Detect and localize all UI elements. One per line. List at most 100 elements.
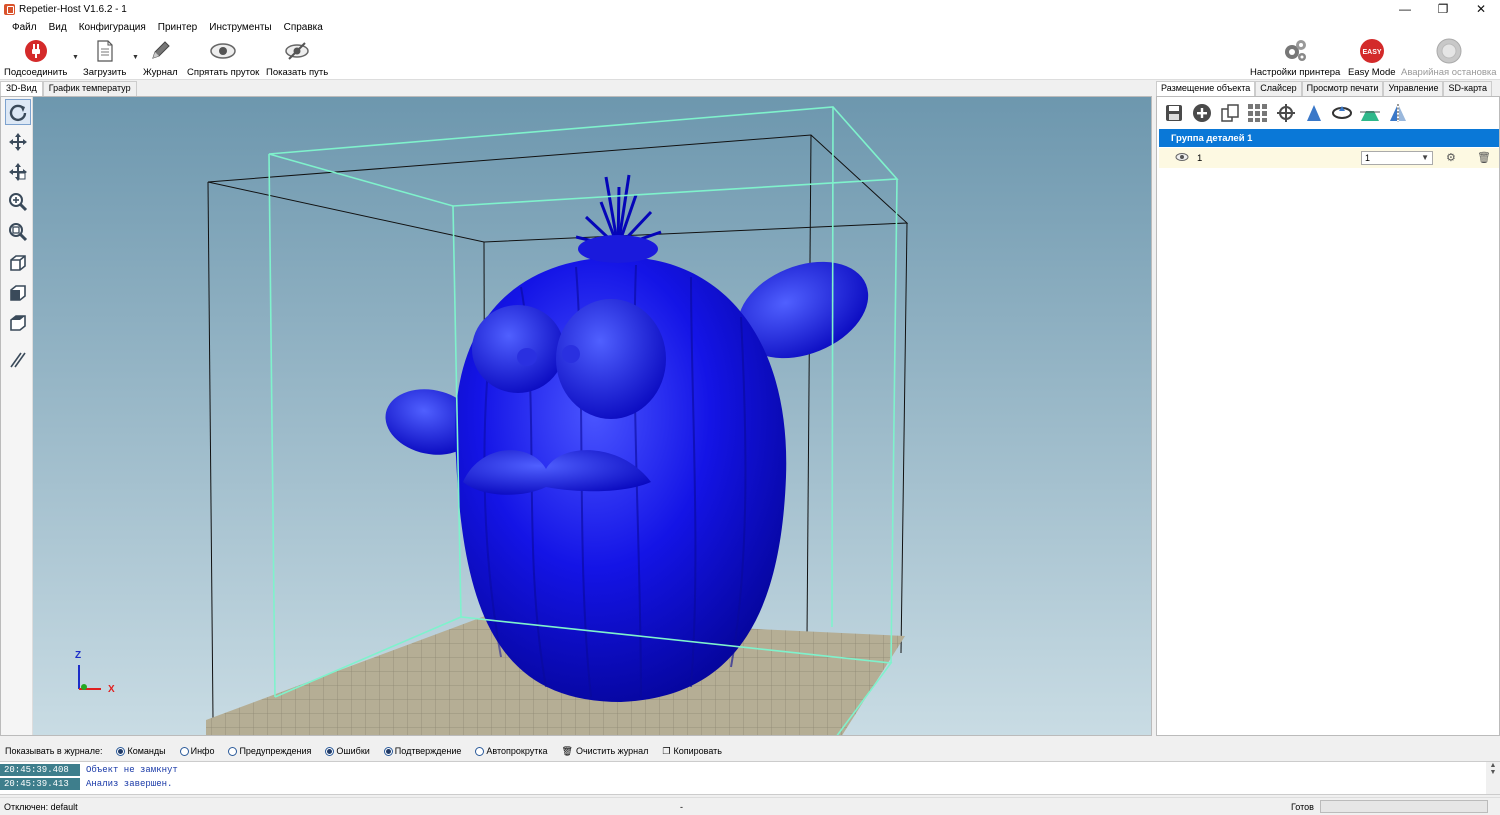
- 3d-viewport[interactable]: Z X: [0, 96, 1152, 736]
- log-label: Журнал: [143, 67, 178, 78]
- tab-slicer[interactable]: Слайсер: [1255, 81, 1302, 96]
- title-bar: Repetier-Host V1.6.2 - 1 — ❐ ✕: [0, 0, 1500, 18]
- menu-bar: Файл Вид Конфигурация Принтер Инструмент…: [0, 18, 1500, 36]
- ready-status: Готов: [1291, 801, 1314, 812]
- menu-printer[interactable]: Принтер: [152, 22, 203, 33]
- log-option-label: Подтверждение: [394, 746, 462, 756]
- tab-sd-card[interactable]: SD-карта: [1443, 81, 1492, 96]
- front-view-tool[interactable]: [5, 280, 31, 306]
- log-scrollbar[interactable]: ▲ ▼: [1486, 762, 1500, 794]
- log-option-commands[interactable]: Команды: [116, 746, 166, 756]
- close-button[interactable]: ✕: [1462, 0, 1500, 18]
- tab-temperature-chart[interactable]: График температур: [42, 81, 137, 96]
- rotate-icon: [9, 104, 27, 122]
- tab-object-placement[interactable]: Размещение объекта: [1156, 81, 1256, 96]
- log-option-label: Предупреждения: [239, 746, 312, 756]
- menu-tools[interactable]: Инструменты: [203, 22, 277, 33]
- add-object-button[interactable]: [1189, 101, 1215, 125]
- printer-settings-button[interactable]: Настройки принтера: [1250, 38, 1340, 78]
- fit-view-tool[interactable]: [5, 219, 31, 245]
- autoscroll-toggle-icon: [475, 746, 485, 756]
- top-view-tool[interactable]: [5, 310, 31, 336]
- object-placement-panel: Группа деталей 1 1 1 ▼ ⚙ 🗑: [1156, 96, 1500, 736]
- easy-mode-label: Easy Mode: [1348, 67, 1396, 78]
- minimize-button[interactable]: —: [1386, 0, 1424, 18]
- emergency-stop-icon: [1436, 38, 1462, 64]
- move-tool[interactable]: [5, 129, 31, 155]
- hide-filament-button[interactable]: Спрятать пруток: [187, 38, 259, 78]
- connect-button[interactable]: Подсоединить: [4, 38, 67, 78]
- tab-control[interactable]: Управление: [1383, 81, 1444, 96]
- menu-help[interactable]: Справка: [278, 22, 329, 33]
- rotate-tool[interactable]: [5, 99, 31, 125]
- copy-object-button[interactable]: [1217, 101, 1243, 125]
- load-button[interactable]: Загрузить: [83, 38, 126, 78]
- cube-front-icon: [10, 285, 26, 301]
- pencil-icon: [147, 38, 173, 64]
- object-toolbar: [1161, 101, 1411, 125]
- eye-icon: [210, 38, 236, 64]
- cube-iso-icon: [10, 255, 26, 271]
- clear-log-button[interactable]: 🗑 Очистить журнал: [562, 746, 649, 757]
- info-toggle-icon: [179, 746, 189, 756]
- log-timestamp: 20:45:39.413: [0, 778, 80, 790]
- mirror-object-button[interactable]: [1385, 101, 1411, 125]
- object-copies-select[interactable]: 1 ▼: [1361, 151, 1433, 165]
- zoom-in-icon: [9, 193, 28, 212]
- tab-3d-view[interactable]: 3D-Вид: [0, 81, 43, 96]
- log-button[interactable]: Журнал: [143, 38, 178, 78]
- center-object-button[interactable]: [1273, 101, 1299, 125]
- main-toolbar: Подсоединить ▼ Загрузить ▼ Журнал Спрята…: [0, 36, 1500, 80]
- load-label: Загрузить: [83, 67, 127, 78]
- object-copies-value: 1: [1365, 153, 1371, 163]
- cut-icon: [1360, 111, 1380, 121]
- log-options-bar: Показывать в журнале: Команды Инфо Преду…: [0, 742, 1500, 760]
- emergency-stop-button[interactable]: Аварийная остановка: [1401, 38, 1497, 78]
- menu-config[interactable]: Конфигурация: [73, 22, 152, 33]
- log-area[interactable]: 20:45:39.408 Объект не замкнут 20:45:39.…: [0, 761, 1500, 795]
- object-group-header[interactable]: Группа деталей 1: [1159, 129, 1499, 147]
- copy-log-button[interactable]: ❐ Копировать: [662, 746, 722, 757]
- progress-bar: [1320, 800, 1488, 813]
- save-object-button[interactable]: [1161, 101, 1187, 125]
- maximize-button[interactable]: ❐: [1424, 0, 1462, 18]
- visibility-eye-icon[interactable]: [1175, 152, 1189, 162]
- log-option-label: Автопрокрутка: [486, 746, 548, 756]
- status-bar: Отключен: default - Готов: [0, 797, 1500, 815]
- rotate-object-icon: [1332, 106, 1352, 119]
- grid-icon: [1248, 104, 1267, 122]
- view-tabs: 3D-Вид График температур: [0, 81, 137, 96]
- menu-view[interactable]: Вид: [43, 22, 73, 33]
- log-option-ack[interactable]: Подтверждение: [383, 746, 462, 756]
- log-entry: 20:45:39.408 Объект не замкнут: [0, 764, 1500, 776]
- delete-object-trash-icon[interactable]: 🗑: [1477, 151, 1491, 164]
- scale-object-button[interactable]: [1301, 101, 1327, 125]
- load-dropdown-icon[interactable]: ▼: [132, 54, 139, 61]
- parallel-view-tool[interactable]: [5, 347, 31, 373]
- scale-icon: [1307, 105, 1321, 121]
- menu-file[interactable]: Файл: [6, 22, 43, 33]
- rotate-object-button[interactable]: [1329, 101, 1355, 125]
- axis-x-label: X: [108, 684, 115, 695]
- easy-mode-button[interactable]: EASY Easy Mode: [1348, 38, 1396, 78]
- log-option-errors[interactable]: Ошибки: [325, 746, 370, 756]
- object-settings-gear-icon[interactable]: ⚙: [1446, 151, 1456, 164]
- connect-label: Подсоединить: [4, 67, 68, 78]
- log-entry: 20:45:39.413 Анализ завершен.: [0, 778, 1500, 790]
- object-row[interactable]: 1 1 ▼ ⚙ 🗑: [1159, 148, 1499, 168]
- pan-tool[interactable]: [5, 159, 31, 185]
- cut-object-button[interactable]: [1357, 101, 1383, 125]
- zoom-tool[interactable]: [5, 189, 31, 215]
- iso-view-tool[interactable]: [5, 250, 31, 276]
- trash-icon: 🗑: [561, 745, 573, 756]
- show-path-button[interactable]: Показать путь: [266, 38, 328, 78]
- autoplace-button[interactable]: [1245, 101, 1271, 125]
- tab-print-preview[interactable]: Просмотр печати: [1301, 81, 1384, 96]
- copy-icon: [1221, 104, 1239, 122]
- log-message: Объект не замкнут: [86, 765, 178, 775]
- log-option-warnings[interactable]: Предупреждения: [228, 746, 311, 756]
- log-option-info[interactable]: Инфо: [179, 746, 214, 756]
- connect-dropdown-icon[interactable]: ▼: [72, 54, 79, 61]
- emergency-stop-label: Аварийная остановка: [1401, 67, 1497, 78]
- log-option-autoscroll[interactable]: Автопрокрутка: [475, 746, 548, 756]
